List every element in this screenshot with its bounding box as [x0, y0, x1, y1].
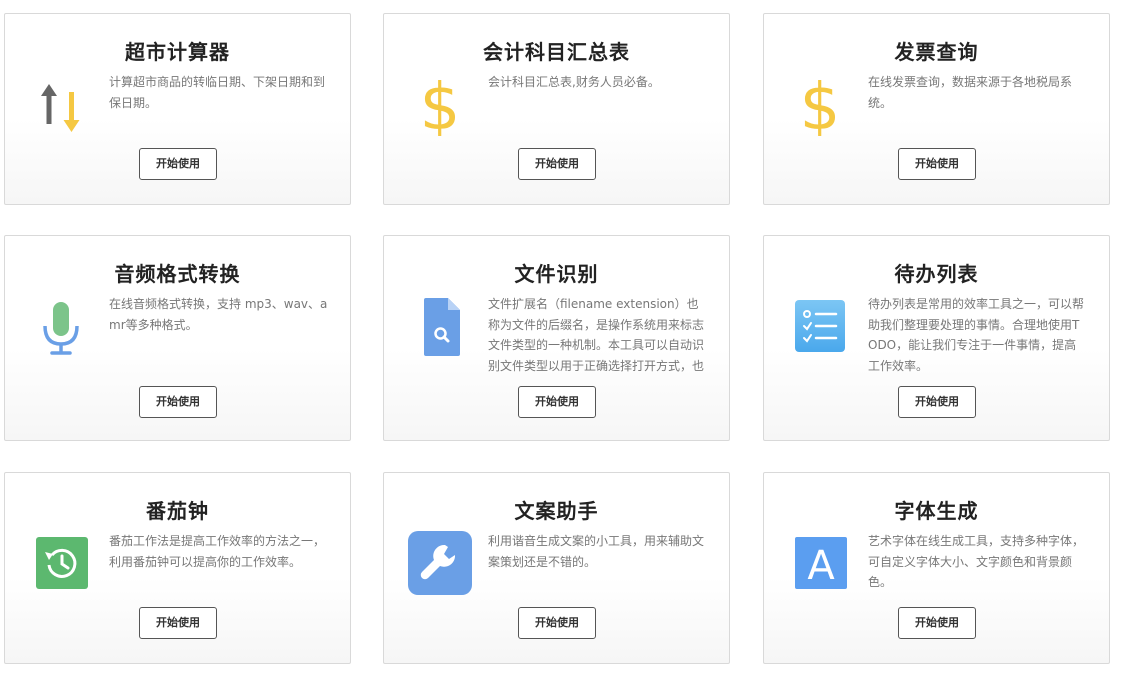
card-title: 番茄钟: [146, 499, 209, 523]
card-title: 字体生成: [894, 499, 979, 523]
card-todo-list: 待办列表 待办列表是常用的效率工具之一，可以帮助我们整理要处理的事情。合理地使用…: [763, 235, 1110, 441]
start-button[interactable]: 开始使用: [898, 607, 976, 639]
card-font-generator: 字体生成 A 艺术字体在线生成工具，支持多种字体，可自定义字体大小、文字颜色和背…: [763, 472, 1110, 664]
card-accounting-summary: 会计科目汇总表 $ 会计科目汇总表,财务人员必备。 开始使用: [383, 13, 730, 205]
card-description: 番茄工作法是提高工作效率的方法之一，利用番茄钟可以提高你的工作效率。: [109, 534, 326, 569]
start-button[interactable]: 开始使用: [518, 148, 596, 180]
card-title: 待办列表: [894, 262, 979, 286]
card-description: 计算超市商品的转临日期、下架日期和到保日期。: [109, 75, 326, 110]
card-description: 利用谐音生成文案的小工具，用来辅助文案策划还是不错的。: [488, 534, 705, 569]
file-search-icon: [412, 294, 472, 358]
card-description: 艺术字体在线生成工具，支持多种字体，可自定义字体大小、文字颜色和背景颜色。: [868, 534, 1085, 589]
card-copy-assistant: 文案助手 利用谐音生成文案的小工具，用来辅助文案策划还是不错的。 开始使用: [383, 472, 730, 664]
card-title: 音频格式转换: [114, 262, 241, 286]
card-description: 在线发票查询，数据来源于各地税局系统。: [868, 75, 1073, 110]
card-description: 会计科目汇总表,财务人员必备。: [488, 75, 660, 89]
svg-text:$: $: [800, 72, 841, 136]
svg-text:$: $: [420, 72, 461, 136]
start-button[interactable]: 开始使用: [898, 148, 976, 180]
card-description: 文件扩展名（filename extension）也称为文件的后缀名，是操作系统…: [488, 297, 705, 373]
start-button[interactable]: 开始使用: [139, 607, 217, 639]
up-down-arrows-icon: [33, 76, 93, 140]
card-description: 在线音频格式转换，支持 mp3、wav、amr等多种格式。: [109, 297, 328, 332]
card-description: 待办列表是常用的效率工具之一，可以帮助我们整理要处理的事情。合理地使用TODO，…: [868, 297, 1085, 373]
checklist-icon: [792, 298, 852, 362]
history-clock-icon: [33, 535, 93, 599]
start-button[interactable]: 开始使用: [898, 386, 976, 418]
card-supermarket-calculator: 超市计算器 计算超市商品的转临日期、下架日期和到保日期。 开始使用: [4, 13, 351, 205]
start-button[interactable]: 开始使用: [139, 386, 217, 418]
dollar-icon: $: [792, 72, 852, 136]
card-title: 超市计算器: [125, 40, 230, 64]
microphone-icon: [33, 298, 93, 362]
start-button[interactable]: 开始使用: [518, 386, 596, 418]
dollar-icon: $: [412, 72, 472, 136]
card-invoice-query: 发票查询 $ 在线发票查询，数据来源于各地税局系统。 开始使用: [763, 13, 1110, 205]
wrench-icon: [408, 531, 472, 595]
card-pomodoro: 番茄钟 番茄工作法是提高工作效率的方法之一，利用番茄钟可以提高你的工作效率。 开…: [4, 472, 351, 664]
letter-a-icon: A: [792, 535, 852, 599]
start-button[interactable]: 开始使用: [518, 607, 596, 639]
card-title: 发票查询: [894, 40, 979, 64]
card-audio-convert: 音频格式转换 在线音频格式转换，支持 mp3、wav、amr等多种格式。 开始使…: [4, 235, 351, 441]
start-button[interactable]: 开始使用: [139, 148, 217, 180]
card-title: 会计科目汇总表: [483, 40, 630, 64]
card-title: 文案助手: [514, 499, 599, 523]
card-file-identify: 文件识别 文件扩展名（filename extension）也称为文件的后缀名，…: [383, 235, 730, 441]
card-title: 文件识别: [514, 262, 599, 286]
svg-text:A: A: [807, 543, 835, 589]
